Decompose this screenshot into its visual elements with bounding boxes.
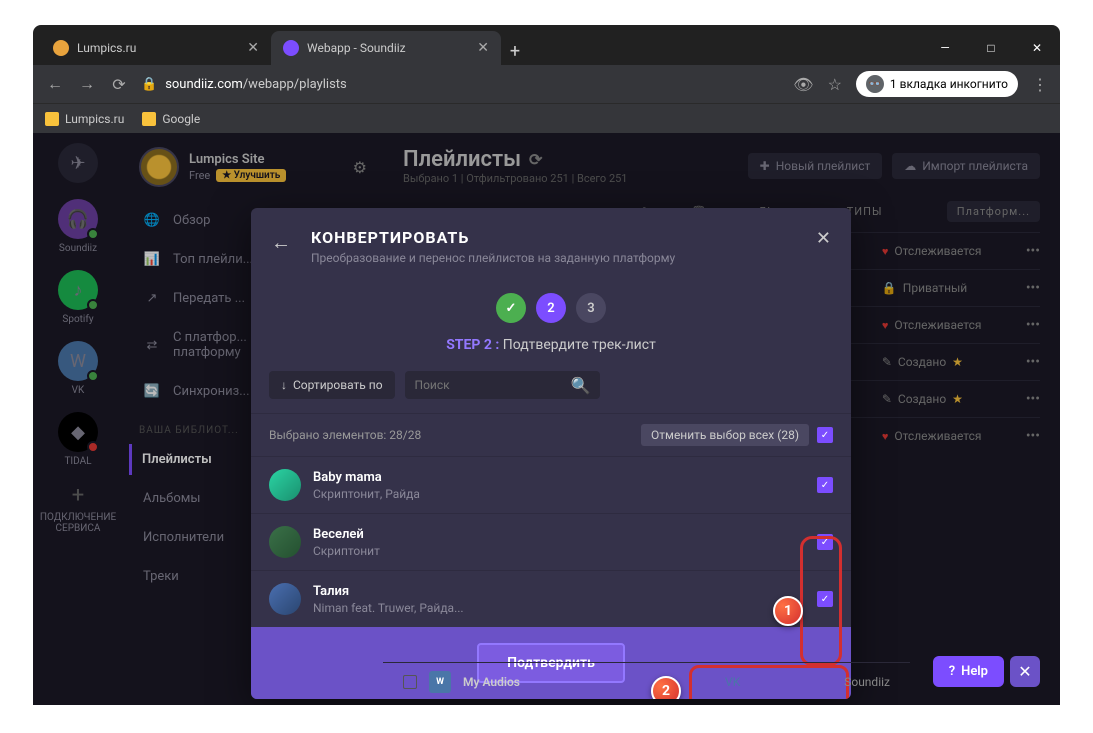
url-path: /webapp/playlists — [243, 77, 347, 92]
close-tab-icon[interactable]: ✕ — [477, 40, 489, 56]
bottom-row[interactable]: W My Audios VK Soundiiz — [383, 662, 910, 701]
close-modal-icon[interactable]: ✕ — [816, 228, 831, 249]
maximize-button[interactable]: □ — [968, 33, 1014, 63]
callout-1: 1 — [773, 596, 803, 626]
incognito-label: 1 вкладка инкогнито — [890, 77, 1008, 91]
modal-subtitle: Преобразование и перенос плейлистов на з… — [311, 251, 827, 265]
minimize-button[interactable]: — — [922, 33, 968, 63]
eye-off-icon[interactable]: 👁 — [793, 75, 813, 94]
back-icon[interactable]: ← — [271, 230, 291, 255]
track-checkbox[interactable]: ✓ — [817, 534, 833, 550]
tab-title: Webapp - Soundiiz — [307, 41, 406, 55]
selection-row: Выбрано элементов: 28/28 Отменить выбор … — [251, 413, 851, 456]
help-close-button[interactable]: ✕ — [1010, 656, 1040, 687]
track-checkbox[interactable]: ✓ — [817, 477, 833, 493]
new-tab-button[interactable]: + — [501, 37, 529, 65]
master-checkbox[interactable]: ✓ — [817, 427, 833, 443]
search-field[interactable]: 🔍 — [405, 371, 601, 399]
help-widget: ?Help ✕ — [933, 656, 1040, 687]
back-icon[interactable]: ← — [45, 74, 65, 94]
folder-icon — [45, 112, 59, 126]
track-row[interactable]: ТалияNiman feat. Truwer, Райда... ✓ — [251, 570, 851, 627]
checkbox[interactable] — [403, 675, 417, 689]
tab-lumpics[interactable]: Lumpics.ru ✕ — [41, 31, 271, 65]
url-field[interactable]: 🔒 soundiiz.com/webapp/playlists — [141, 77, 781, 92]
app-content: ✈ 🎧Soundiiz ♪Spotify WVK ◆TIDAL +ПОДКЛЮЧ… — [33, 133, 1060, 705]
help-icon: ? — [949, 664, 955, 679]
step-label: STEP 2 : Подтвердите трек-лист — [251, 337, 851, 353]
step-1-done: ✓ — [496, 293, 526, 323]
search-icon: 🔍 — [571, 376, 591, 395]
bookmarks-bar: Lumpics.ru Google — [33, 103, 1060, 133]
track-checkbox[interactable]: ✓ — [817, 591, 833, 607]
forward-icon[interactable]: → — [77, 74, 97, 94]
tab-soundiiz[interactable]: Webapp - Soundiiz ✕ — [271, 31, 501, 65]
favicon-icon — [283, 40, 299, 56]
toolbar-right: 👁 ☆ 👓 1 вкладка инкогнито ⋮ — [793, 71, 1048, 97]
modal-title: КОНВЕРТИРОВАТЬ — [311, 228, 827, 247]
track-art — [269, 469, 301, 501]
deselect-all-button[interactable]: Отменить выбор всех (28) — [641, 424, 809, 446]
browser-window: — □ ✕ Lumpics.ru ✕ Webapp - Soundiiz ✕ +… — [33, 25, 1060, 705]
sort-button[interactable]: ↓Сортировать по — [269, 371, 395, 399]
track-art — [269, 526, 301, 558]
convert-modal: ← КОНВЕРТИРОВАТЬ Преобразование и перено… — [251, 208, 851, 699]
star-icon[interactable]: ☆ — [828, 75, 842, 94]
bookmark-lumpics[interactable]: Lumpics.ru — [45, 112, 124, 126]
incognito-badge[interactable]: 👓 1 вкладка инкогнито — [856, 71, 1018, 97]
folder-icon — [142, 112, 156, 126]
incognito-icon: 👓 — [866, 75, 884, 93]
close-tab-icon[interactable]: ✕ — [247, 40, 259, 56]
step-2-current: 2 — [536, 293, 566, 323]
tab-title: Lumpics.ru — [77, 41, 136, 55]
tab-bar: Lumpics.ru ✕ Webapp - Soundiiz ✕ + — [33, 25, 1060, 65]
close-window-button[interactable]: ✕ — [1014, 33, 1060, 63]
url-domain: soundiiz.com — [165, 77, 243, 92]
help-button[interactable]: ?Help — [933, 656, 1004, 687]
vk-icon: W — [429, 671, 451, 693]
menu-icon[interactable]: ⋮ — [1032, 75, 1048, 94]
favicon-icon — [53, 40, 69, 56]
selected-count: Выбрано элементов: 28/28 — [269, 428, 421, 442]
window-controls: — □ ✕ — [922, 33, 1060, 63]
search-input[interactable] — [415, 371, 571, 399]
lock-icon: 🔒 — [141, 77, 157, 92]
track-art — [269, 583, 301, 615]
reload-icon[interactable]: ⟳ — [109, 75, 129, 94]
bookmark-google[interactable]: Google — [142, 112, 200, 126]
track-row[interactable]: Baby mamaСкриптонит, Райда ✓ — [251, 456, 851, 513]
sort-icon: ↓ — [281, 378, 287, 392]
track-row[interactable]: ВеселейСкриптонит ✓ — [251, 513, 851, 570]
step-3: 3 — [576, 293, 606, 323]
address-bar: ← → ⟳ 🔒 soundiiz.com/webapp/playlists 👁 … — [33, 65, 1060, 103]
stepper: ✓ 2 3 — [251, 293, 851, 323]
